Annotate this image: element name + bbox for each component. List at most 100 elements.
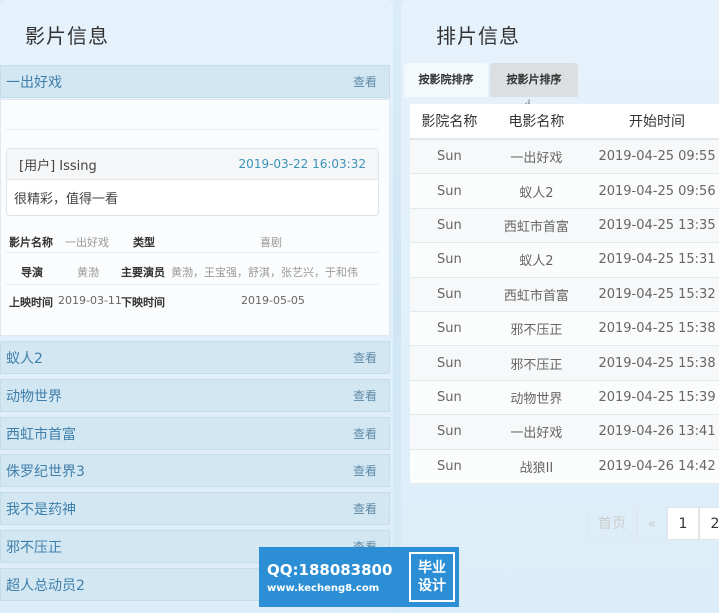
- divider: [6, 252, 379, 253]
- info-director-label: 导演: [21, 266, 43, 279]
- movie-info-title: 影片信息: [25, 24, 109, 48]
- movie-row[interactable]: 侏罗纪世界3 查看: [0, 454, 390, 487]
- time-cell: 2019-04-25 09:56: [598, 183, 716, 199]
- view-link[interactable]: 查看: [353, 73, 377, 90]
- schedule-panel: 排片信息 按影院排序 按影片排序 ☝ 影院名称 电影名称 开始时间 Sun 一出…: [401, 0, 719, 613]
- tab-sort-by-movie[interactable]: 按影片排序: [490, 63, 578, 97]
- pager-prev[interactable]: «: [637, 507, 667, 540]
- movie-cell: 一出好戏: [510, 426, 563, 442]
- table-row[interactable]: Sun 邪不压正 2019-04-25 15:38: [410, 346, 719, 381]
- movie-row[interactable]: 蚁人2 查看: [0, 341, 390, 374]
- movie-row[interactable]: 动物世界 查看: [0, 379, 390, 412]
- info-end-value: 2019-05-05: [241, 294, 305, 307]
- column-header: 影院名称: [421, 114, 478, 130]
- schedule-title: 排片信息: [436, 24, 520, 48]
- view-link[interactable]: 查看: [353, 500, 377, 517]
- watermark-qq: QQ:188083800: [267, 560, 393, 579]
- view-link[interactable]: 查看: [353, 425, 377, 442]
- info-actors-label: 主要演员: [121, 266, 165, 279]
- time-cell: 2019-04-25 15:39: [598, 389, 716, 405]
- cinema-cell: Sun: [437, 286, 462, 302]
- movie-name: 动物世界: [6, 388, 62, 405]
- table-row[interactable]: Sun 邪不压正 2019-04-25 15:38: [410, 311, 719, 347]
- view-link[interactable]: 查看: [353, 387, 377, 404]
- cinema-cell: Sun: [437, 424, 462, 440]
- pager-page-2[interactable]: 2: [699, 507, 719, 540]
- movie-cell: 西虹市首富: [503, 288, 569, 304]
- info-type-value: 喜剧: [260, 236, 282, 249]
- watermark-banner: QQ:188083800 www.kecheng8.com 毕业 设计: [259, 547, 459, 607]
- cinema-cell: Sun: [437, 389, 462, 405]
- time-cell: 2019-04-25 15:31: [598, 252, 716, 268]
- info-type-label: 类型: [133, 236, 155, 249]
- movie-row-expanded[interactable]: 一出好戏 查看: [0, 65, 390, 98]
- info-name-value: 一出好戏: [65, 236, 109, 249]
- column-header: 开始时间: [629, 114, 686, 130]
- table-row[interactable]: Sun 西虹市首富 2019-04-25 15:32: [410, 277, 719, 312]
- badge-line-2: 设计: [418, 578, 446, 594]
- time-cell: 2019-04-25 09:55: [598, 149, 716, 165]
- table-row[interactable]: Sun 一出好戏 2019-04-25 09:55: [410, 140, 719, 175]
- info-release-label: 上映时间: [9, 296, 53, 309]
- movie-cell: 一出好戏: [510, 151, 563, 167]
- time-cell: 2019-04-25 15:38: [598, 321, 716, 337]
- sort-tabs: 按影院排序 按影片排序 ☝: [404, 63, 719, 115]
- movie-name: 我不是药神: [6, 501, 76, 518]
- watermark-badge: 毕业 设计: [409, 552, 455, 602]
- table-row[interactable]: Sun 蚁人2 2019-04-25 09:56: [410, 174, 719, 209]
- info-actors-value: 黄渤，王宝强，舒淇，张艺兴，于和伟: [171, 266, 358, 279]
- time-cell: 2019-04-25 15:32: [598, 286, 716, 302]
- comment-text: 很精彩，值得一看: [14, 192, 119, 207]
- movie-row[interactable]: 西虹市首富 查看: [0, 417, 390, 450]
- table-row[interactable]: Sun 一出好戏 2019-04-26 13:41: [410, 415, 719, 450]
- comment-header: [用户] Issing 2019-03-22 16:03:32: [7, 149, 378, 180]
- time-cell: 2019-04-26 14:42: [598, 458, 716, 474]
- table-row[interactable]: Sun 蚁人2 2019-04-25 15:31: [410, 243, 719, 278]
- divider: [6, 129, 379, 130]
- movie-name: 侏罗纪世界3: [6, 463, 85, 480]
- movie-cell: 蚁人2: [519, 185, 554, 201]
- movie-cell: 战狼II: [519, 460, 554, 476]
- view-link[interactable]: 查看: [353, 462, 377, 479]
- view-link[interactable]: 查看: [353, 349, 377, 366]
- movie-row[interactable]: 我不是药神 查看: [0, 492, 390, 525]
- cinema-cell: Sun: [437, 217, 462, 233]
- pager-first[interactable]: 首页: [587, 507, 637, 540]
- table-row[interactable]: Sun 西虹市首富 2019-04-25 13:35: [410, 208, 719, 244]
- time-cell: 2019-04-25 15:38: [598, 355, 716, 371]
- schedule-table: 影院名称 电影名称 开始时间 Sun 一出好戏 2019-04-25 09:55…: [410, 104, 719, 484]
- time-cell: 2019-04-25 13:35: [598, 217, 716, 233]
- info-end-label: 下映时间: [121, 296, 165, 309]
- comment-card: [用户] Issing 2019-03-22 16:03:32 很精彩，值得一看: [6, 148, 379, 216]
- table-row[interactable]: Sun 动物世界 2019-04-25 15:39: [410, 380, 719, 416]
- movie-name: 西虹市首富: [6, 426, 76, 443]
- cinema-cell: Sun: [437, 183, 462, 199]
- cinema-cell: Sun: [437, 252, 462, 268]
- cinema-cell: Sun: [437, 458, 462, 474]
- comment-time: 2019-03-22 16:03:32: [238, 157, 366, 171]
- table-body: Sun 一出好戏 2019-04-25 09:55 Sun 蚁人2 2019-0…: [410, 140, 719, 484]
- movie-name: 邪不压正: [6, 539, 62, 556]
- movie-cell: 邪不压正: [510, 323, 563, 339]
- badge-line-1: 毕业: [418, 560, 446, 576]
- table-header: 影院名称 电影名称 开始时间: [410, 104, 719, 140]
- movie-cell: 动物世界: [510, 391, 563, 407]
- cinema-cell: Sun: [437, 321, 462, 337]
- movie-detail: [用户] Issing 2019-03-22 16:03:32 很精彩，值得一看…: [0, 99, 390, 336]
- cinema-cell: Sun: [437, 149, 462, 165]
- tab-sort-by-cinema[interactable]: 按影院排序: [404, 63, 488, 97]
- column-header: 电影名称: [508, 114, 565, 130]
- cinema-cell: Sun: [437, 355, 462, 371]
- divider: [6, 284, 379, 285]
- comment-user: [用户] Issing: [19, 158, 97, 174]
- watermark-url: www.kecheng8.com: [267, 582, 380, 594]
- info-director-value: 黄渤: [77, 266, 99, 279]
- movie-name: 蚁人2: [6, 350, 43, 367]
- pager-page-1[interactable]: 1: [667, 507, 699, 540]
- info-release-value: 2019-03-11: [58, 294, 122, 307]
- movie-cell: 西虹市首富: [503, 219, 569, 235]
- movie-cell: 蚁人2: [519, 254, 554, 270]
- movie-name: 一出好戏: [6, 74, 62, 91]
- table-row[interactable]: Sun 战狼II 2019-04-26 14:42: [410, 449, 719, 484]
- movie-cell: 邪不压正: [510, 357, 563, 373]
